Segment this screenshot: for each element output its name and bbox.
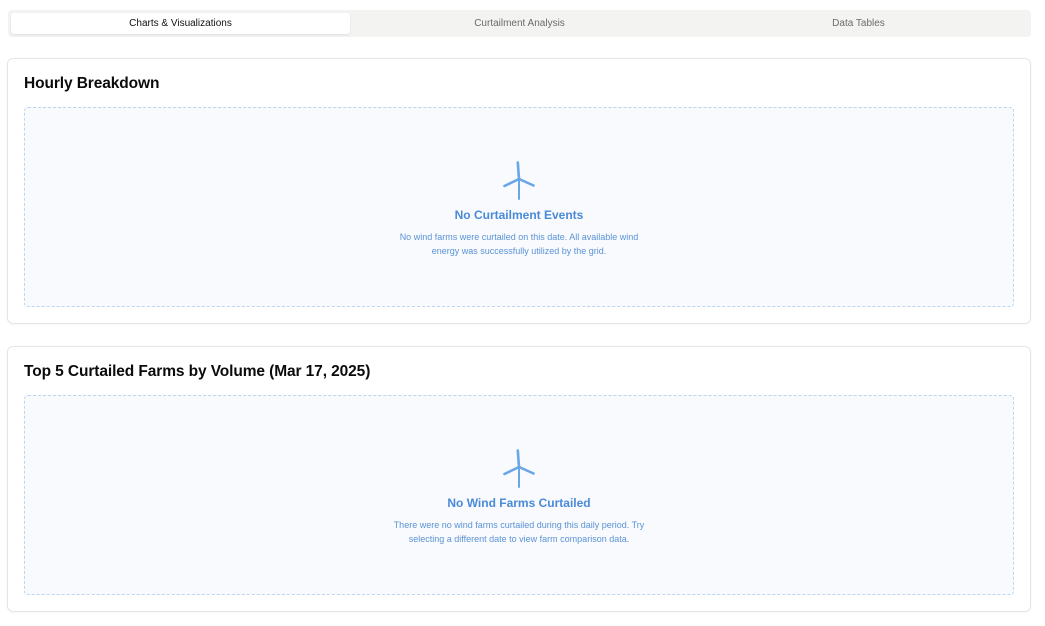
empty-state-description: No wind farms were curtailed on this dat… — [399, 232, 639, 256]
tab-data-tables[interactable]: Data Tables — [689, 13, 1028, 34]
hourly-breakdown-card: Hourly Breakdown No Curtailment Events N… — [7, 58, 1031, 324]
top-curtailed-farms-card: Top 5 Curtailed Farms by Volume (Mar 17,… — [7, 346, 1031, 612]
wind-turbine-icon — [503, 449, 535, 488]
tab-curtailment-analysis[interactable]: Curtailment Analysis — [350, 13, 689, 34]
empty-state-title: No Wind Farms Curtailed — [447, 496, 591, 510]
empty-state: No Curtailment Events No wind farms were… — [24, 107, 1014, 307]
empty-state-title: No Curtailment Events — [454, 208, 584, 222]
view-tabs: Charts & Visualizations Curtailment Anal… — [8, 10, 1031, 37]
card-title: Top 5 Curtailed Farms by Volume (Mar 17,… — [24, 363, 371, 380]
tab-charts-visualizations[interactable]: Charts & Visualizations — [11, 13, 350, 34]
empty-state: No Wind Farms Curtailed There were no wi… — [24, 395, 1014, 595]
card-title: Hourly Breakdown — [24, 75, 160, 92]
wind-turbine-icon — [503, 161, 535, 200]
empty-state-description: There were no wind farms curtailed durin… — [393, 520, 645, 544]
